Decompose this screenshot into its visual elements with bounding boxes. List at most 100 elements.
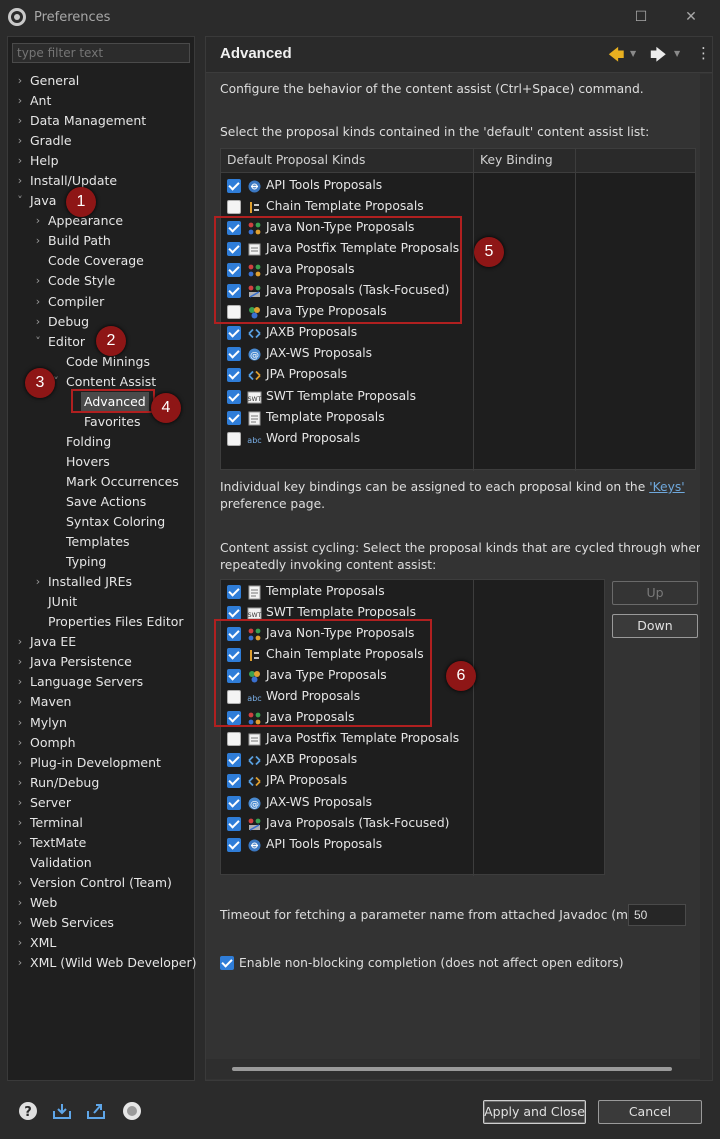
chevron-right-icon[interactable]: › bbox=[15, 833, 25, 853]
tree-item[interactable]: › Code Style bbox=[8, 271, 194, 291]
chevron-right-icon[interactable]: › bbox=[15, 632, 25, 652]
proposal-checkbox[interactable] bbox=[227, 795, 241, 810]
tree-item[interactable]: Code Coverage bbox=[8, 251, 194, 271]
column-header-binding[interactable]: Key Binding bbox=[480, 153, 553, 167]
tree-item[interactable]: › Install/Update bbox=[8, 171, 194, 191]
apply-and-close-button[interactable]: Apply and Close bbox=[483, 1100, 586, 1124]
proposal-checkbox[interactable] bbox=[227, 347, 241, 362]
proposal-row[interactable]: JPA Proposals bbox=[221, 771, 471, 792]
proposal-row[interactable]: Template Proposals bbox=[221, 582, 471, 603]
proposal-row[interactable]: abc Word Proposals bbox=[221, 429, 471, 450]
proposal-checkbox[interactable] bbox=[227, 410, 241, 425]
help-icon[interactable]: ? bbox=[18, 1101, 38, 1121]
tree-item[interactable]: › Java Persistence bbox=[8, 652, 194, 672]
proposal-checkbox[interactable] bbox=[227, 585, 241, 599]
tree-item[interactable]: Folding bbox=[8, 432, 194, 452]
nonblocking-checkbox[interactable] bbox=[220, 956, 234, 970]
chevron-right-icon[interactable]: › bbox=[15, 692, 25, 712]
up-button[interactable]: Up bbox=[612, 581, 698, 605]
chevron-right-icon[interactable]: › bbox=[33, 271, 43, 291]
tree-item[interactable]: JUnit bbox=[8, 592, 194, 612]
chevron-right-icon[interactable]: › bbox=[15, 953, 25, 973]
chevron-right-icon[interactable]: › bbox=[33, 312, 43, 332]
tree-item[interactable]: Syntax Coloring bbox=[8, 512, 194, 532]
tree-item[interactable]: › Installed JREs bbox=[8, 572, 194, 592]
chevron-right-icon[interactable]: › bbox=[15, 672, 25, 692]
export-icon[interactable] bbox=[86, 1101, 106, 1121]
proposal-row[interactable]: Template Proposals bbox=[221, 408, 471, 429]
chevron-right-icon[interactable]: › bbox=[15, 773, 25, 793]
tree-item[interactable]: Typing bbox=[8, 552, 194, 572]
tree-item[interactable]: › Data Management bbox=[8, 111, 194, 131]
chevron-right-icon[interactable]: › bbox=[33, 572, 43, 592]
proposal-checkbox[interactable] bbox=[227, 753, 241, 768]
chevron-down-icon[interactable]: ˅ bbox=[33, 332, 43, 352]
chevron-right-icon[interactable]: › bbox=[15, 652, 25, 672]
more-options-icon[interactable]: ⋮ bbox=[696, 44, 711, 62]
close-button[interactable]: ✕ bbox=[678, 6, 704, 28]
tree-item[interactable]: › Language Servers bbox=[8, 672, 194, 692]
proposal-checkbox[interactable] bbox=[227, 179, 241, 193]
tree-item[interactable]: › Oomph bbox=[8, 733, 194, 753]
proposal-row[interactable]: Java Postfix Template Proposals bbox=[221, 729, 471, 750]
column-header-kinds[interactable]: Default Proposal Kinds bbox=[227, 153, 365, 167]
forward-dropdown-icon[interactable]: ▼ bbox=[674, 49, 680, 58]
proposal-row[interactable]: @ JAX-WS Proposals bbox=[221, 344, 471, 365]
chevron-down-icon[interactable]: ˅ bbox=[15, 191, 25, 211]
chevron-right-icon[interactable]: › bbox=[15, 151, 25, 171]
vertical-scrollbar[interactable] bbox=[700, 74, 712, 1080]
chevron-right-icon[interactable]: › bbox=[15, 713, 25, 733]
maximize-button[interactable]: ☐ bbox=[628, 6, 654, 28]
tree-item[interactable]: Mark Occurrences bbox=[8, 472, 194, 492]
proposal-checkbox[interactable] bbox=[227, 606, 241, 621]
proposal-row[interactable]: API Tools Proposals bbox=[221, 835, 471, 856]
tree-item[interactable]: › Appearance bbox=[8, 211, 194, 231]
tree-item[interactable]: › Ant bbox=[8, 91, 194, 111]
tree-item[interactable]: › Maven bbox=[8, 692, 194, 712]
proposal-checkbox[interactable] bbox=[227, 368, 241, 383]
tree-item[interactable]: › Plug-in Development bbox=[8, 753, 194, 773]
chevron-right-icon[interactable]: › bbox=[15, 933, 25, 953]
proposal-checkbox[interactable] bbox=[227, 431, 241, 446]
cancel-button[interactable]: Cancel bbox=[598, 1100, 702, 1124]
proposal-row[interactable]: API Tools Proposals bbox=[221, 176, 471, 197]
tree-item[interactable]: › Build Path bbox=[8, 231, 194, 251]
chevron-right-icon[interactable]: › bbox=[15, 913, 25, 933]
tree-item[interactable]: › Gradle bbox=[8, 131, 194, 151]
proposal-row[interactable]: Java Proposals (Task-Focused) bbox=[221, 814, 471, 835]
chevron-right-icon[interactable]: › bbox=[15, 71, 25, 91]
proposal-checkbox[interactable] bbox=[227, 732, 241, 747]
chevron-right-icon[interactable]: › bbox=[15, 111, 25, 131]
proposal-checkbox[interactable] bbox=[227, 816, 241, 831]
tree-item[interactable]: ˅ Java bbox=[8, 191, 194, 211]
tree-item[interactable]: › XML bbox=[8, 933, 194, 953]
chevron-right-icon[interactable]: › bbox=[33, 211, 43, 231]
tree-item[interactable]: › Web bbox=[8, 893, 194, 913]
chevron-right-icon[interactable]: › bbox=[33, 231, 43, 251]
proposal-row[interactable]: @ JAX-WS Proposals bbox=[221, 793, 471, 814]
proposal-checkbox[interactable] bbox=[227, 389, 241, 404]
chevron-right-icon[interactable]: › bbox=[15, 753, 25, 773]
tree-item[interactable]: › Help bbox=[8, 151, 194, 171]
chevron-right-icon[interactable]: › bbox=[15, 171, 25, 191]
tree-item[interactable]: › XML (Wild Web Developer) bbox=[8, 953, 197, 973]
tree-item[interactable]: › Compiler bbox=[8, 292, 194, 312]
proposal-row[interactable]: JAXB Proposals bbox=[221, 750, 471, 771]
tree-item[interactable]: › Terminal bbox=[8, 813, 194, 833]
chevron-right-icon[interactable]: › bbox=[15, 793, 25, 813]
chevron-right-icon[interactable]: › bbox=[15, 91, 25, 111]
tree-item[interactable]: › Run/Debug bbox=[8, 773, 194, 793]
tree-item[interactable]: Hovers bbox=[8, 452, 194, 472]
tree-item[interactable]: Templates bbox=[8, 532, 194, 552]
proposal-checkbox[interactable] bbox=[227, 774, 241, 789]
chevron-right-icon[interactable]: › bbox=[15, 131, 25, 151]
proposal-checkbox[interactable] bbox=[227, 200, 241, 215]
back-arrow-icon[interactable]: 🡄 bbox=[608, 44, 625, 71]
import-icon[interactable] bbox=[52, 1101, 72, 1121]
proposal-checkbox[interactable] bbox=[227, 326, 241, 341]
down-button[interactable]: Down bbox=[612, 614, 698, 638]
proposal-row[interactable]: JPA Proposals bbox=[221, 365, 471, 386]
tree-item[interactable]: Validation bbox=[8, 853, 194, 873]
horizontal-scrollbar[interactable] bbox=[206, 1059, 700, 1079]
tree-item[interactable]: › TextMate bbox=[8, 833, 194, 853]
